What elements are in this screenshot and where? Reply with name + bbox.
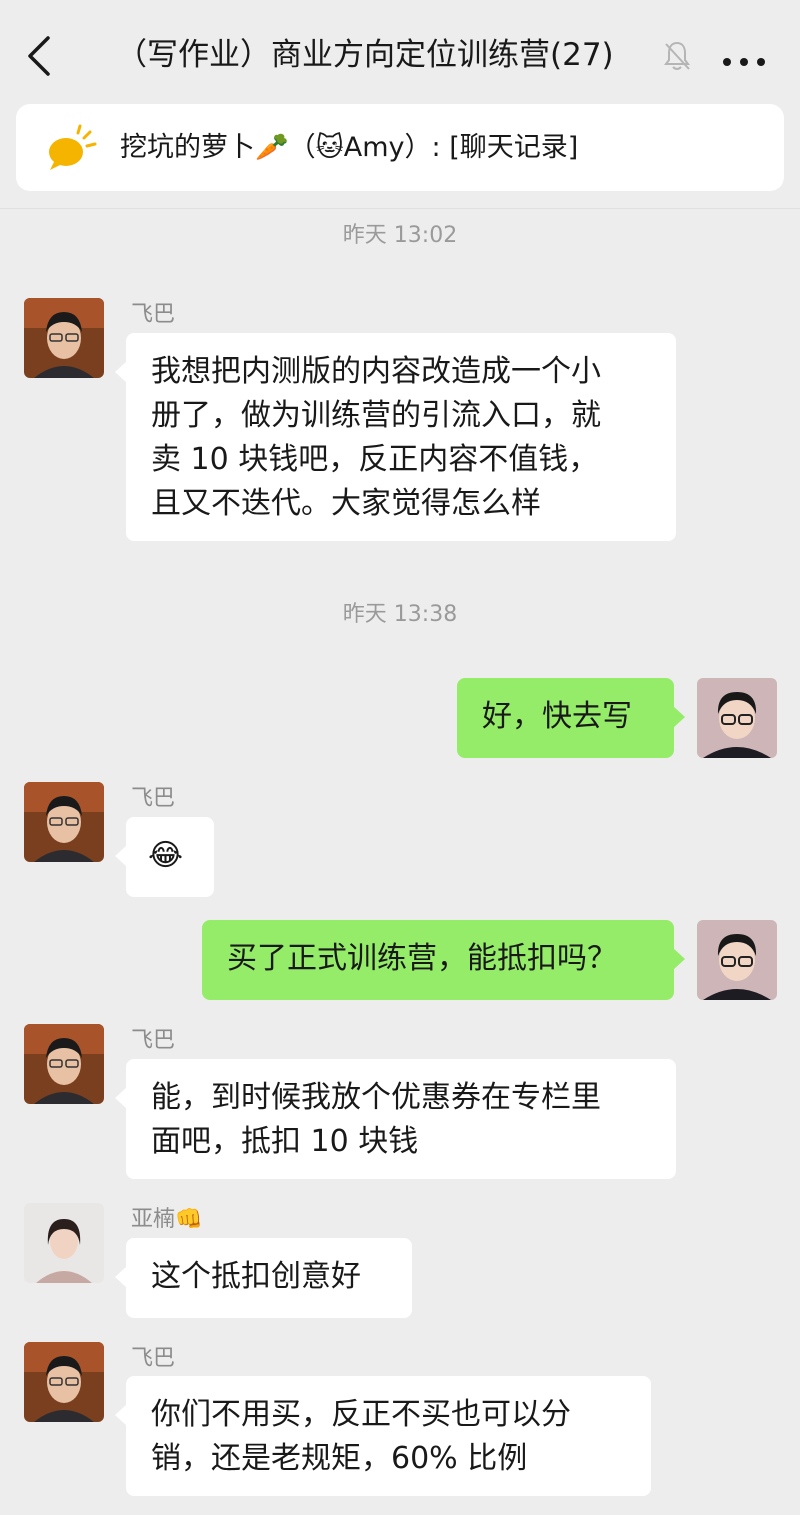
chevron-left-icon (28, 36, 50, 76)
message-line: 且又不迭代。大家觉得怎么样 (151, 486, 541, 521)
sender-name: 飞巴 (131, 1028, 176, 1053)
message-bubble[interactable]: 买了正式训练营，能抵扣吗？ (202, 920, 685, 1000)
sender-name: 亚楠👊 (131, 1207, 203, 1232)
sender-name: 飞巴 (131, 302, 176, 327)
avatar-feiba[interactable] (24, 782, 104, 862)
sender-name: 飞巴 (131, 1346, 176, 1371)
header-divider (0, 208, 800, 209)
more-options-button[interactable] (722, 52, 766, 66)
bell-muted-icon (662, 40, 692, 72)
message-bubble[interactable]: 😂 (115, 817, 214, 897)
message-bubble[interactable]: 好，快去写 (457, 678, 685, 758)
timestamp: 昨天 13:38 (342, 602, 458, 627)
more-dots-icon (723, 58, 765, 66)
avatar-self[interactable] (697, 678, 777, 758)
avatar-feiba[interactable] (24, 1024, 104, 1104)
message-line: 面吧，抵扣 10 块钱 (151, 1124, 419, 1159)
back-button[interactable] (22, 34, 62, 78)
message-line: 销，还是老规矩，60% 比例 (151, 1441, 528, 1476)
message-line: 我想把内测版的内容改造成一个小 (151, 354, 601, 389)
message-line: 好，快去写 (482, 699, 632, 734)
message-line: 卖 10 块钱吧，反正内容不值钱， (151, 442, 599, 477)
chat-bubble-icon (46, 124, 98, 174)
sender-name: 飞巴 (131, 786, 176, 811)
message-line: 册了，做为训练营的引流入口，就 (151, 398, 601, 433)
message-bubble[interactable]: 我想把内测版的内容改造成一个小 册了，做为训练营的引流入口，就 卖 10 块钱吧… (115, 333, 676, 541)
timestamp: 昨天 13:02 (342, 223, 458, 248)
avatar-feiba[interactable] (24, 1342, 104, 1422)
pinned-message-text: 挖坑的萝卜🥕（🐱Amy）: [聊天记录] (120, 132, 579, 163)
avatar-feiba[interactable] (24, 298, 104, 378)
avatar-yanan[interactable] (24, 1203, 104, 1283)
chat-title: （写作业）商业方向定位训练营(27) (116, 37, 614, 73)
message-bubble[interactable]: 这个抵扣创意好 (115, 1238, 412, 1318)
laughing-tears-emoji: 😂 (148, 838, 184, 873)
message-bubble[interactable]: 能，到时候我放个优惠券在专栏里 面吧，抵扣 10 块钱 (115, 1059, 676, 1179)
pinned-message-banner[interactable]: 挖坑的萝卜🥕（🐱Amy）: [聊天记录] (16, 104, 784, 191)
message-line: 能，到时候我放个优惠券在专栏里 (151, 1080, 601, 1115)
chat-header: （写作业）商业方向定位训练营(27) (0, 0, 800, 106)
message-line: 你们不用买，反正不买也可以分 (151, 1397, 571, 1432)
avatar-self[interactable] (697, 920, 777, 1000)
message-bubble[interactable]: 你们不用买，反正不买也可以分 销，还是老规矩，60% 比例 (115, 1376, 651, 1496)
message-line: 这个抵扣创意好 (151, 1259, 361, 1294)
message-line: 买了正式训练营，能抵扣吗？ (227, 941, 617, 976)
